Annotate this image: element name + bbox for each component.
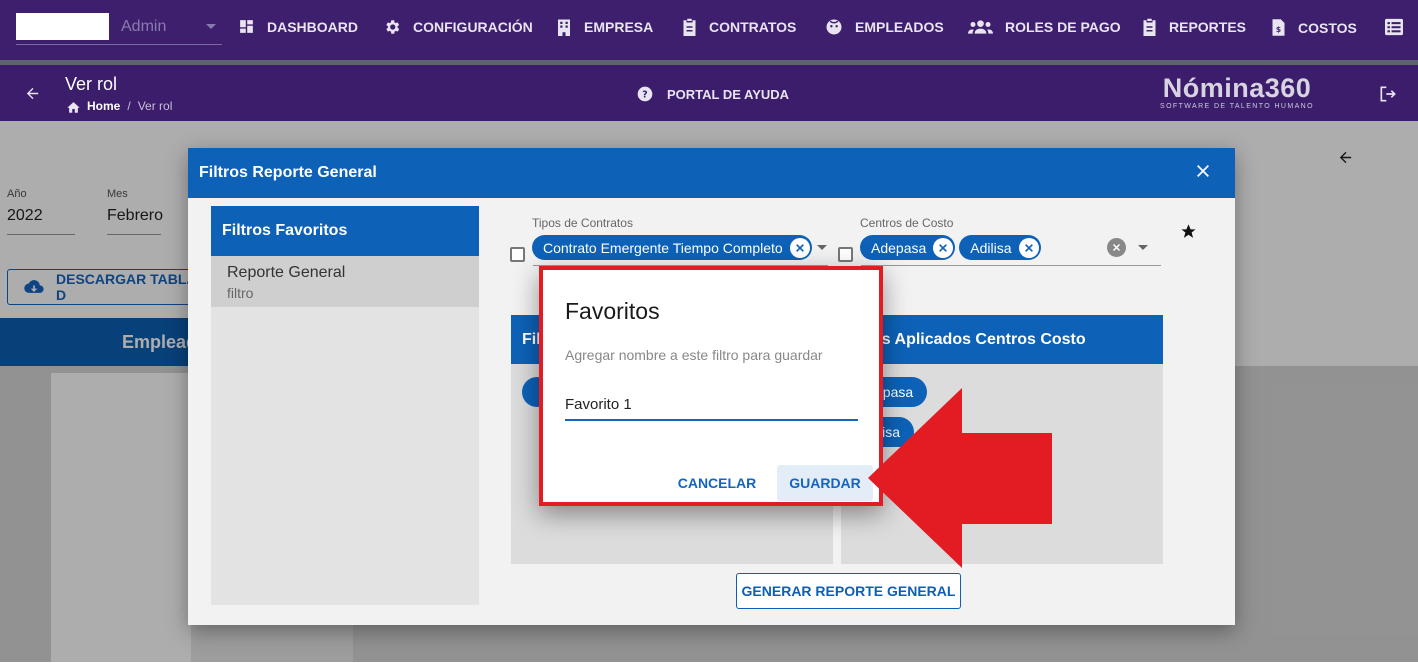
chip-remove-icon[interactable] [789,237,810,258]
help-circle-icon: ? [637,86,653,102]
filter-dialog-header: Filtros Reporte General [188,148,1235,198]
nav-empleados[interactable]: EMPLEADOS [825,18,944,36]
cost-centers-label: Centros de Costo [860,216,954,230]
chip-remove-icon[interactable] [1018,237,1039,258]
nav-label: ROLES DE PAGO [1005,19,1121,35]
favorites-save-dialog: Favoritos Agregar nombre a este filtro p… [539,266,883,506]
nav-contratos[interactable]: CONTRATOS [682,18,796,36]
favorites-panel: Filtros Favoritos Reporte General filtro [211,206,479,605]
chevron-down-icon [206,24,216,29]
save-button[interactable]: GUARDAR [777,465,873,501]
chip-label: Contrato Emergente Tiempo Completo [543,239,783,256]
users-icon [968,18,993,36]
cost-centers-checkbox[interactable] [838,247,853,262]
generate-report-button[interactable]: GENERAR REPORTE GENERAL [736,573,961,609]
favorite-item-title: Reporte General [227,264,346,281]
page-title: Ver rol [65,74,118,94]
contract-type-chip[interactable]: Contrato Emergente Tiempo Completo [532,235,812,260]
close-icon[interactable] [1195,163,1211,179]
clipboard-icon [682,18,697,36]
favorites-panel-header: Filtros Favoritos [211,206,479,256]
cost-centers-underline [861,265,1161,266]
logo-tagline: SOFTWARE DE TALENTO HUMANO [1160,103,1314,110]
chevron-down-icon[interactable] [816,245,827,250]
user-role-select[interactable]: Admin [16,10,222,45]
nav-label: CONTRATOS [709,19,797,35]
nav-label: COSTOS [1298,19,1357,36]
breadcrumb-home[interactable]: Home [87,99,120,113]
nav-roles-de-pago[interactable]: ROLES DE PAGO [968,18,1121,36]
nav-empresa[interactable]: EMPRESA [556,18,653,36]
chip-remove-icon[interactable] [933,237,954,258]
nav-costos[interactable]: $ COSTOS [1271,18,1357,37]
star-icon[interactable] [1180,223,1197,240]
nav-label: REPORTES [1169,19,1247,35]
favorite-name-input[interactable] [565,390,858,421]
chip-label: Adilisa [970,239,1012,256]
favorites-dialog-title: Favoritos [565,298,660,324]
top-navigation-bar: Admin DASHBOARD CONFIGURACIÓN EMPRESA CO… [0,0,1418,65]
clipboard-list-icon [1142,18,1157,36]
user-role-label: Admin [121,18,167,35]
cost-centers-select[interactable]: Centros de Costo Adepasa Adilisa [838,216,1148,262]
logout-icon[interactable] [1378,84,1398,104]
nav-list[interactable] [1384,18,1416,36]
nav-label: EMPLEADOS [855,19,944,35]
dashboard-icon [238,18,255,35]
app-logo: Nómina360 SOFTWARE DE TALENTO HUMANO [1160,73,1314,110]
nav-dashboard[interactable]: DASHBOARD [238,18,358,35]
gear-icon [383,18,401,36]
svg-text:?: ? [642,89,647,100]
file-dollar-icon: $ [1271,18,1286,37]
applied-cost-centers-header: os Aplicados Centros Costo [841,315,1163,364]
filter-dialog-title: Filtros Reporte General [199,164,377,181]
cost-center-chip[interactable]: Adepasa [860,235,956,260]
building-icon [556,18,572,36]
nav-label: DASHBOARD [267,18,358,35]
list-icon [1384,18,1404,36]
arrow-left-icon[interactable] [24,85,41,102]
favorite-item-subtitle: filtro [227,285,254,301]
svg-text:$: $ [1276,25,1281,34]
chevron-down-icon[interactable] [1137,245,1148,250]
breadcrumb-separator: / [127,99,131,113]
favorites-dialog-prompt: Agregar nombre a este filtro para guarda… [565,347,823,363]
logo-name: Nómina360 [1162,73,1312,103]
cancel-button[interactable]: CANCELAR [669,465,765,501]
contract-types-label: Tipos de Contratos [532,216,633,230]
help-portal-link[interactable]: ? PORTAL DE AYUDA [637,86,789,102]
breadcrumb-current: Ver rol [137,99,173,113]
contract-types-select[interactable]: Tipos de Contratos Contrato Emergente Ti… [510,216,827,262]
cost-center-chip[interactable]: Adilisa [959,235,1041,260]
clear-selection-icon[interactable] [1106,238,1126,257]
face-icon [825,18,843,36]
home-icon [66,100,81,113]
chip-label: Adepasa [871,239,927,256]
user-name-redaction [16,13,109,40]
red-arrow-annotation [868,388,1052,568]
favorite-list-item[interactable]: Reporte General filtro [211,256,479,314]
contract-types-checkbox[interactable] [510,247,525,262]
page-header: Ver rol Home / Ver rol ? PORTAL DE AYUDA… [0,65,1418,121]
nav-label: CONFIGURACIÓN [413,19,533,35]
nav-label: EMPRESA [584,19,654,35]
nav-configuracion[interactable]: CONFIGURACIÓN [383,18,533,36]
breadcrumb: Home / Ver rol [66,99,172,113]
help-portal-label: PORTAL DE AYUDA [667,86,790,102]
nav-reportes[interactable]: REPORTES [1142,18,1246,36]
